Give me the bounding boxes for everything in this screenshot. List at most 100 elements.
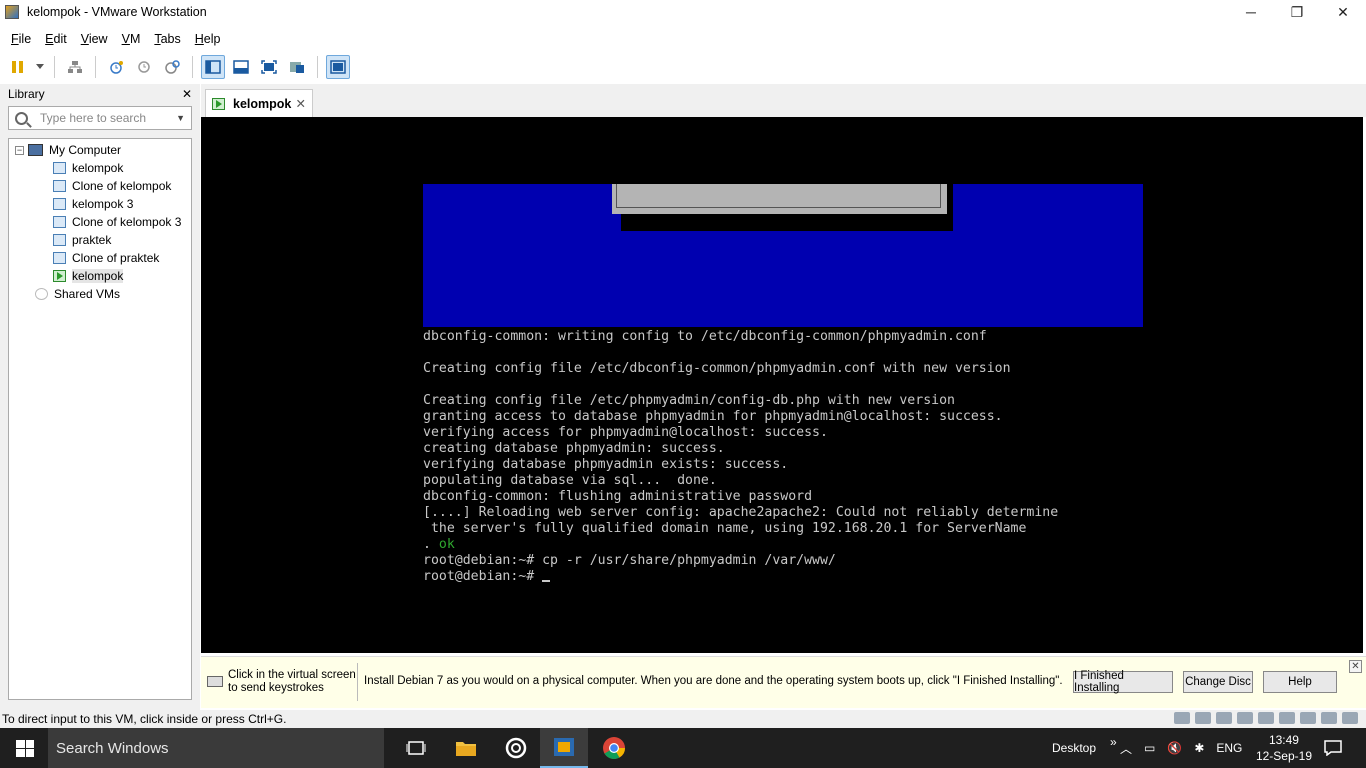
action-center-icon[interactable]	[1312, 728, 1354, 768]
terminal-line: the server's fully qualified domain name…	[423, 521, 1027, 536]
finished-installing-button[interactable]: I Finished Installing	[1073, 670, 1173, 694]
full-screen-button[interactable]	[257, 55, 281, 79]
library-panel: Library ✕ Type here to search ▼ − My Com…	[0, 84, 200, 710]
change-disc-button[interactable]: Change Disc	[1183, 671, 1253, 693]
toolbar-chevron-icon[interactable]: »	[1110, 735, 1117, 749]
status-bar: To direct input to this VM, click inside…	[0, 710, 1366, 728]
menu-vm[interactable]: VM	[115, 32, 148, 46]
take-snapshot-button[interactable]	[104, 55, 128, 79]
tree-item-my-computer[interactable]: − My Computer	[15, 141, 121, 159]
help-button[interactable]: Help	[1263, 671, 1337, 693]
snapshot-icon	[110, 61, 123, 74]
vm-icon	[53, 162, 66, 174]
console-view-button[interactable]	[326, 55, 350, 79]
vm-clone-icon	[53, 216, 66, 228]
menu-view[interactable]: View	[74, 32, 115, 46]
printer-icon[interactable]	[1258, 712, 1274, 724]
cd-dvd-icon[interactable]	[1195, 712, 1211, 724]
chrome-icon[interactable]	[590, 728, 638, 768]
show-hidden-icons-icon[interactable]: ︿	[1120, 740, 1132, 757]
close-window-button[interactable]: ✕	[1320, 0, 1366, 24]
network-icon	[68, 61, 82, 73]
keyboard-icon	[207, 676, 223, 687]
search-dropdown-icon[interactable]: ▼	[176, 113, 185, 123]
terminal-line: populating database via sql... done.	[423, 473, 717, 488]
tree-item-vm[interactable]: praktek	[53, 231, 111, 249]
tree-item-vm[interactable]: Clone of kelompok	[53, 177, 171, 195]
tree-item-vm[interactable]: kelompok 3	[53, 195, 133, 213]
tree-item-vm[interactable]: kelompok	[53, 159, 123, 177]
ok-status: ok	[438, 537, 455, 552]
ncurses-dialog-frame	[616, 184, 941, 208]
start-button[interactable]	[16, 740, 34, 757]
network-adapter-icon[interactable]	[1216, 712, 1232, 724]
file-explorer-icon[interactable]	[442, 728, 490, 768]
tree-item-vm[interactable]: Clone of praktek	[53, 249, 159, 267]
text-cursor	[542, 580, 551, 582]
vmware-taskbar-icon[interactable]	[540, 728, 588, 768]
library-search-input[interactable]: Type here to search ▼	[8, 106, 192, 130]
taskbar-search-placeholder: Search Windows	[56, 739, 169, 757]
install-message: Install Debian 7 as you would on a physi…	[364, 675, 1063, 687]
terminal-line: dbconfig-common: flushing administrative…	[423, 489, 813, 504]
vm-console-screen[interactable]: dbconfig-common: writing config to /etc/…	[201, 117, 1363, 653]
battery-icon[interactable]: ▭	[1144, 741, 1155, 755]
taskbar-search-input[interactable]: Search Windows	[48, 728, 384, 768]
tree-item-shared-vms[interactable]: Shared VMs	[35, 285, 120, 303]
suspend-button[interactable]	[6, 55, 30, 79]
vm-icon	[53, 234, 66, 246]
desktop-toolbar[interactable]: Desktop »	[1052, 728, 1117, 768]
tree-item-vm-running[interactable]: kelompok	[53, 267, 124, 285]
collapse-icon[interactable]: −	[15, 145, 24, 155]
vmware-app-icon	[5, 5, 19, 19]
media-app-icon[interactable]	[492, 728, 540, 768]
toolbar-divider	[95, 56, 96, 78]
minimize-button[interactable]: ─	[1228, 0, 1274, 24]
tab-close-icon[interactable]: ✕	[296, 96, 306, 111]
vm-running-icon	[212, 97, 225, 110]
sound-icon[interactable]	[1279, 712, 1295, 724]
menu-file[interactable]: File	[4, 32, 38, 46]
terminal-line: creating database phpmyadmin: success.	[423, 441, 725, 456]
language-indicator[interactable]: ENG	[1216, 741, 1242, 755]
terminal-line: dbconfig-common: writing config to /etc/…	[423, 329, 987, 344]
tab-kelompok[interactable]: kelompok ✕	[205, 89, 313, 117]
revert-icon	[138, 61, 150, 73]
unity-icon	[290, 62, 304, 73]
usb-icon[interactable]	[1237, 712, 1253, 724]
terminal-prompt-line: root@debian:~#	[423, 569, 1058, 585]
info-bar-close-icon[interactable]: ✕	[1349, 660, 1362, 673]
show-library-button[interactable]	[201, 55, 225, 79]
volume-muted-icon[interactable]: 🔇	[1167, 741, 1182, 755]
snapshot-manager-button[interactable]	[160, 55, 184, 79]
system-clock[interactable]: 13:49 12-Sep-19	[1256, 732, 1312, 764]
status-text: To direct input to this VM, click inside…	[2, 712, 287, 726]
library-close-icon[interactable]: ✕	[182, 87, 192, 101]
terminal-line: verifying access for phpmyadmin@localhos…	[423, 425, 828, 440]
vm-clone-icon	[53, 180, 66, 192]
message-log-icon[interactable]	[1342, 712, 1358, 724]
network-status-icon[interactable]: ✱	[1194, 741, 1204, 755]
revert-snapshot-button[interactable]	[132, 55, 156, 79]
terminal-line: granting access to database phpmyadmin f…	[423, 409, 1003, 424]
restore-button[interactable]: ❐	[1274, 0, 1320, 24]
display-icon[interactable]	[1321, 712, 1337, 724]
thumbnail-icon	[233, 60, 249, 74]
power-dropdown[interactable]	[34, 55, 46, 79]
menu-help[interactable]: Help	[188, 32, 228, 46]
tree-item-vm[interactable]: Clone of kelompok 3	[53, 213, 181, 231]
library-header: Library ✕	[0, 84, 200, 104]
console-view-icon	[330, 60, 346, 74]
hard-disk-icon[interactable]	[1174, 712, 1190, 724]
menu-tabs[interactable]: Tabs	[147, 32, 187, 46]
task-view-icon[interactable]	[392, 728, 440, 768]
send-ctrl-alt-del-button[interactable]	[63, 55, 87, 79]
thumbnail-bar-button[interactable]	[229, 55, 253, 79]
clock-time: 13:49	[1268, 733, 1299, 747]
usb-device-icon[interactable]	[1300, 712, 1316, 724]
unity-button[interactable]	[285, 55, 309, 79]
fullscreen-icon	[261, 60, 277, 74]
menu-edit[interactable]: Edit	[38, 32, 74, 46]
terminal-line: verifying database phpmyadmin exists: su…	[423, 457, 789, 472]
